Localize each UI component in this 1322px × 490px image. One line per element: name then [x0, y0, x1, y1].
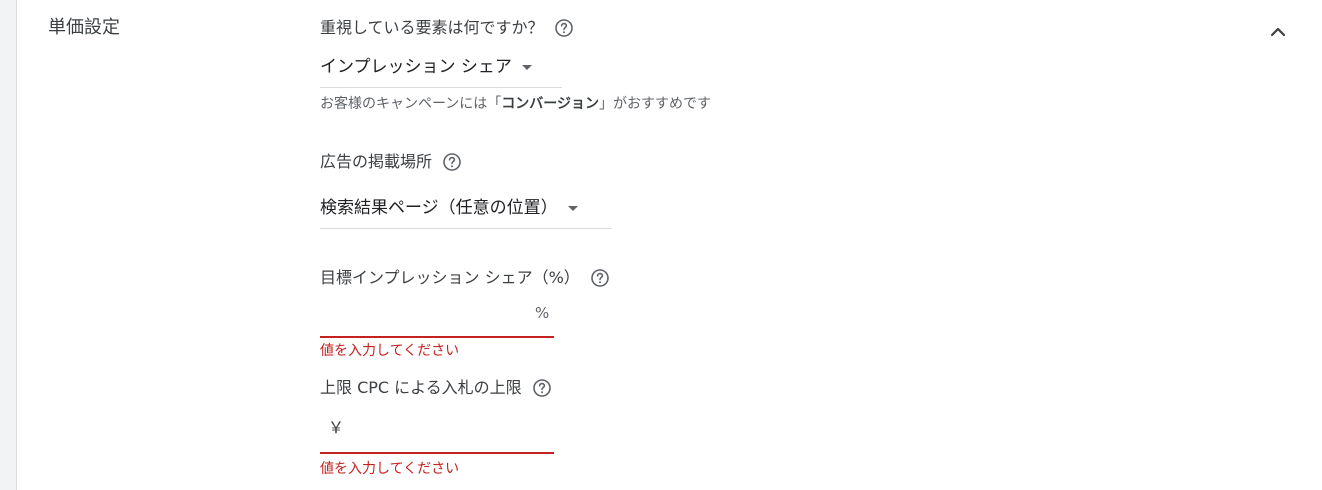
- recommendation-hint: お客様のキャンペーンには「コンバージョン」がおすすめです: [320, 94, 711, 114]
- focus-dropdown-value: インプレッション シェア: [320, 57, 512, 77]
- focus-label-row: 重視している要素は何ですか？: [320, 17, 574, 39]
- section-title: 単価設定: [48, 17, 120, 38]
- dropdown-arrow-icon: [521, 64, 532, 70]
- chevron-up-icon[interactable]: [1266, 20, 1290, 44]
- impression-share-error: 値を入力してください: [320, 343, 460, 359]
- placement-label: 広告の掲載場所: [320, 152, 433, 171]
- impression-share-label-row: 目標インプレッション シェア（%）: [320, 267, 610, 289]
- yen-prefix: ￥: [328, 418, 345, 437]
- focus-dropdown[interactable]: インプレッション シェア: [320, 47, 562, 88]
- dropdown-arrow-icon: [567, 205, 578, 211]
- impression-share-label: 目標インプレッション シェア（%）: [320, 268, 580, 287]
- placement-dropdown[interactable]: 検索結果ページ（任意の位置）: [320, 188, 612, 229]
- hint-prefix: お客様のキャンペーンには「: [320, 96, 502, 112]
- help-circle-icon[interactable]: [554, 18, 574, 38]
- help-circle-icon[interactable]: [532, 378, 552, 398]
- hint-recommended-value: コンバージョン: [501, 96, 600, 112]
- placement-label-row: 広告の掲載場所: [320, 151, 462, 173]
- max-cpc-label: 上限 CPC による入札の上限: [320, 378, 522, 397]
- max-cpc-input[interactable]: [350, 416, 545, 442]
- focus-label: 重視している要素は何ですか？: [320, 18, 544, 37]
- help-circle-icon[interactable]: [590, 268, 610, 288]
- left-rail: [0, 0, 17, 490]
- max-cpc-error: 値を入力してください: [320, 461, 460, 477]
- placement-dropdown-value: 検索結果ページ（任意の位置）: [320, 198, 558, 218]
- hint-suffix: 」がおすすめです: [599, 96, 712, 112]
- percent-suffix: %: [535, 304, 550, 322]
- impression-share-input-container: %: [320, 298, 554, 338]
- max-cpc-label-row: 上限 CPC による入札の上限: [320, 377, 552, 399]
- max-cpc-input-container: ￥: [320, 412, 554, 454]
- impression-share-input[interactable]: [320, 304, 520, 330]
- help-circle-icon[interactable]: [442, 152, 462, 172]
